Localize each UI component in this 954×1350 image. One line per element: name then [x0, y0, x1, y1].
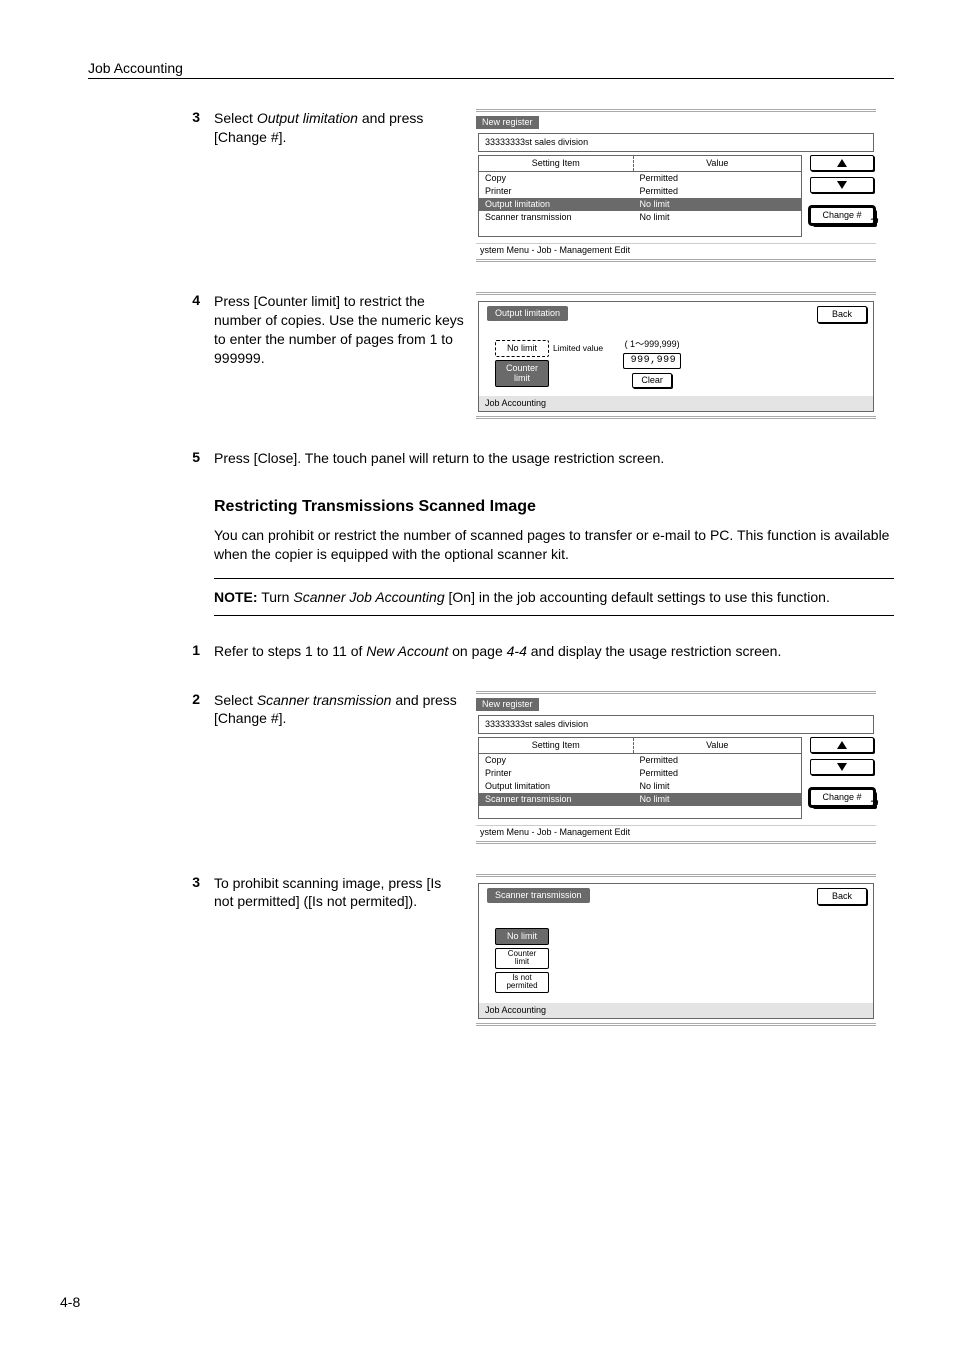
step-text: Press [Counter limit] to restrict the nu…	[214, 292, 464, 368]
step-number: 3	[188, 109, 200, 125]
step-number: 2	[188, 691, 200, 707]
column-header: Setting Item	[479, 156, 634, 171]
screenshot-panel: Scanner transmission Back No limit Count…	[476, 874, 876, 1026]
step-number: 1	[188, 642, 200, 658]
step-number: 4	[188, 292, 200, 308]
counter-limit-option[interactable]: Counter limit	[495, 948, 549, 969]
screenshot-panel: Output limitation Back No limit Limited …	[476, 292, 876, 419]
setting-value: No limit	[634, 780, 801, 793]
change-button[interactable]: Change #☚	[810, 789, 874, 806]
back-button[interactable]: Back	[817, 888, 867, 905]
value-display: 999,999	[623, 353, 681, 369]
column-header: Value	[634, 156, 801, 171]
step-text-ital: Scanner transmission	[257, 692, 392, 708]
scroll-up-button[interactable]	[810, 155, 874, 171]
note-label: NOTE:	[214, 589, 258, 605]
page-number: 4-8	[60, 1294, 80, 1310]
setting-item[interactable]: Output limitation	[479, 780, 634, 793]
setting-value: No limit	[634, 211, 801, 224]
footer-label: Job Accounting	[479, 1003, 873, 1018]
modal-title: Scanner transmission	[487, 888, 590, 903]
step-text: Refer to steps 1 to 11 of	[214, 643, 366, 659]
scroll-down-button[interactable]	[810, 759, 874, 775]
step-text-ital: New Account	[366, 643, 448, 659]
no-limit-option[interactable]: No limit	[495, 928, 549, 945]
column-header: Setting Item	[479, 738, 634, 753]
scroll-down-button[interactable]	[810, 177, 874, 193]
panel-subtitle: 33333333st sales division	[478, 715, 874, 734]
step-text-ital: Output limitation	[257, 110, 358, 126]
section-heading: Restricting Transmissions Scanned Image	[214, 498, 894, 516]
page-xref: 4-4	[507, 643, 527, 659]
setting-item[interactable]: Copy	[479, 172, 634, 185]
note-text-ital: Scanner Job Accounting	[293, 589, 444, 605]
note-text: [On] in the job accounting default setti…	[445, 589, 830, 605]
setting-item[interactable]: Copy	[479, 754, 634, 767]
step-text: To prohibit scanning image, press [Is no…	[214, 874, 464, 912]
panel-tab: New register	[476, 698, 539, 711]
column-header: Value	[634, 738, 801, 753]
header-rule	[88, 78, 894, 79]
note-text: Turn	[258, 589, 294, 605]
setting-item[interactable]: Printer	[479, 185, 634, 198]
counter-limit-option[interactable]: Counter limit	[495, 360, 549, 387]
footer-label: Job Accounting	[479, 396, 873, 411]
scroll-up-button[interactable]	[810, 737, 874, 753]
step-number: 3	[188, 874, 200, 890]
section-body: You can prohibit or restrict the number …	[214, 526, 894, 564]
setting-value: No limit	[634, 793, 801, 806]
screenshot-panel: New register 33333333st sales division S…	[476, 691, 876, 844]
pointer-icon: ☚	[870, 217, 879, 227]
step-number: 5	[188, 449, 200, 465]
setting-value: No limit	[634, 198, 801, 211]
breadcrumb: ystem Menu - Job - Management Edit	[476, 243, 876, 257]
change-button[interactable]: Change #☚	[810, 207, 874, 224]
range-label: ( 1～999,999)	[625, 340, 680, 349]
setting-value: Permitted	[634, 185, 801, 198]
not-permitted-option[interactable]: Is not permited	[495, 972, 549, 993]
step-text: on page	[448, 643, 506, 659]
step-text: and display the usage restriction screen…	[527, 643, 781, 659]
setting-item[interactable]: Scanner transmission	[479, 211, 634, 224]
setting-item[interactable]: Output limitation	[479, 198, 634, 211]
back-button[interactable]: Back	[817, 306, 867, 323]
pointer-icon: ☚	[870, 799, 879, 809]
no-limit-option[interactable]: No limit	[495, 340, 549, 357]
panel-subtitle: 33333333st sales division	[478, 133, 874, 152]
step-text: Press [Close]. The touch panel will retu…	[214, 449, 894, 468]
modal-title: Output limitation	[487, 306, 568, 321]
setting-item[interactable]: Printer	[479, 767, 634, 780]
panel-tab: New register	[476, 116, 539, 129]
screenshot-panel: New register 33333333st sales division S…	[476, 109, 876, 262]
header-title: Job Accounting	[88, 60, 894, 76]
note-block: NOTE: Turn Scanner Job Accounting [On] i…	[214, 578, 894, 616]
step-text: Select	[214, 110, 257, 126]
setting-value: Permitted	[634, 767, 801, 780]
setting-item[interactable]: Scanner transmission	[479, 793, 634, 806]
step-text: Select	[214, 692, 257, 708]
clear-button[interactable]: Clear	[632, 373, 672, 388]
setting-value: Permitted	[634, 754, 801, 767]
setting-value: Permitted	[634, 172, 801, 185]
breadcrumb: ystem Menu - Job - Management Edit	[476, 825, 876, 839]
limited-value-label: Limited value	[553, 340, 603, 353]
